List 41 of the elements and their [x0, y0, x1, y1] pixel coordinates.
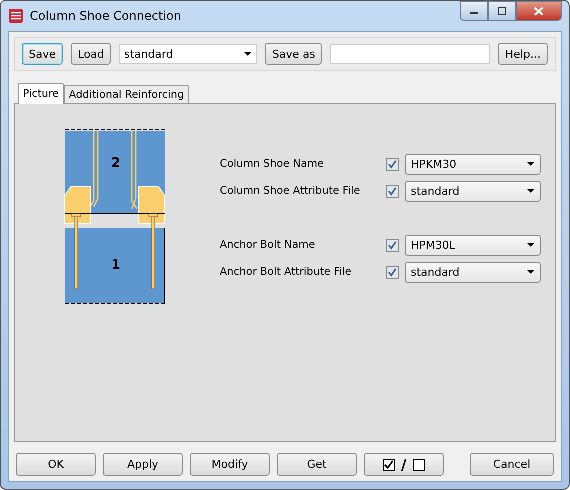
window-title: Column Shoe Connection [30, 9, 182, 23]
tab[interactable]: Picture [18, 83, 64, 104]
app-logo-icon [8, 8, 24, 24]
dropdown-arrow-icon [527, 162, 535, 166]
save-as-name-field[interactable] [330, 44, 490, 64]
column-shoe-drawing: 2 1 [60, 129, 170, 305]
ok-button[interactable]: OK [16, 453, 96, 476]
dropdown-arrow-icon [527, 270, 535, 274]
field-label: Anchor Bolt Name [220, 239, 316, 251]
save-as-button[interactable]: Save as [265, 43, 322, 65]
save-button[interactable]: Save [22, 43, 64, 65]
toggle-selection-button[interactable]: / [364, 453, 444, 476]
minimize-button[interactable] [460, 1, 488, 21]
checkbox[interactable] [386, 158, 399, 170]
dropdown-arrow-icon [527, 243, 535, 247]
get-button[interactable]: Get [277, 453, 357, 476]
modify-button[interactable]: Modify [190, 453, 270, 476]
dropdown-arrow-icon [244, 52, 252, 56]
dropdown-arrow-icon [527, 189, 535, 193]
value-dropdown[interactable]: HPM30L [405, 234, 541, 256]
field-label: Column Shoe Attribute File [220, 185, 362, 197]
maximize-button[interactable] [488, 1, 516, 21]
apply-button[interactable]: Apply [103, 453, 183, 476]
field-label: Anchor Bolt Attribute File [220, 266, 353, 278]
close-icon [534, 6, 544, 16]
checked-box-icon [383, 458, 396, 470]
help-button[interactable]: Help... [498, 43, 548, 65]
checkbox[interactable] [386, 238, 399, 252]
field-label: Column Shoe Name [220, 158, 326, 170]
checkbox[interactable] [386, 266, 399, 278]
value-dropdown[interactable]: HPKM30 [405, 154, 541, 174]
cancel-button[interactable]: Cancel [470, 453, 554, 476]
value-dropdown[interactable]: standard [405, 180, 541, 202]
value-dropdown[interactable]: standard [405, 262, 541, 282]
preset-dropdown[interactable]: standard [119, 44, 258, 64]
maximize-icon [497, 7, 507, 15]
checkbox[interactable] [386, 184, 399, 198]
empty-box-icon [412, 458, 425, 470]
tab[interactable]: Additional Reinforcing [64, 85, 190, 103]
close-button[interactable] [516, 1, 562, 21]
load-button[interactable]: Load [71, 43, 112, 65]
